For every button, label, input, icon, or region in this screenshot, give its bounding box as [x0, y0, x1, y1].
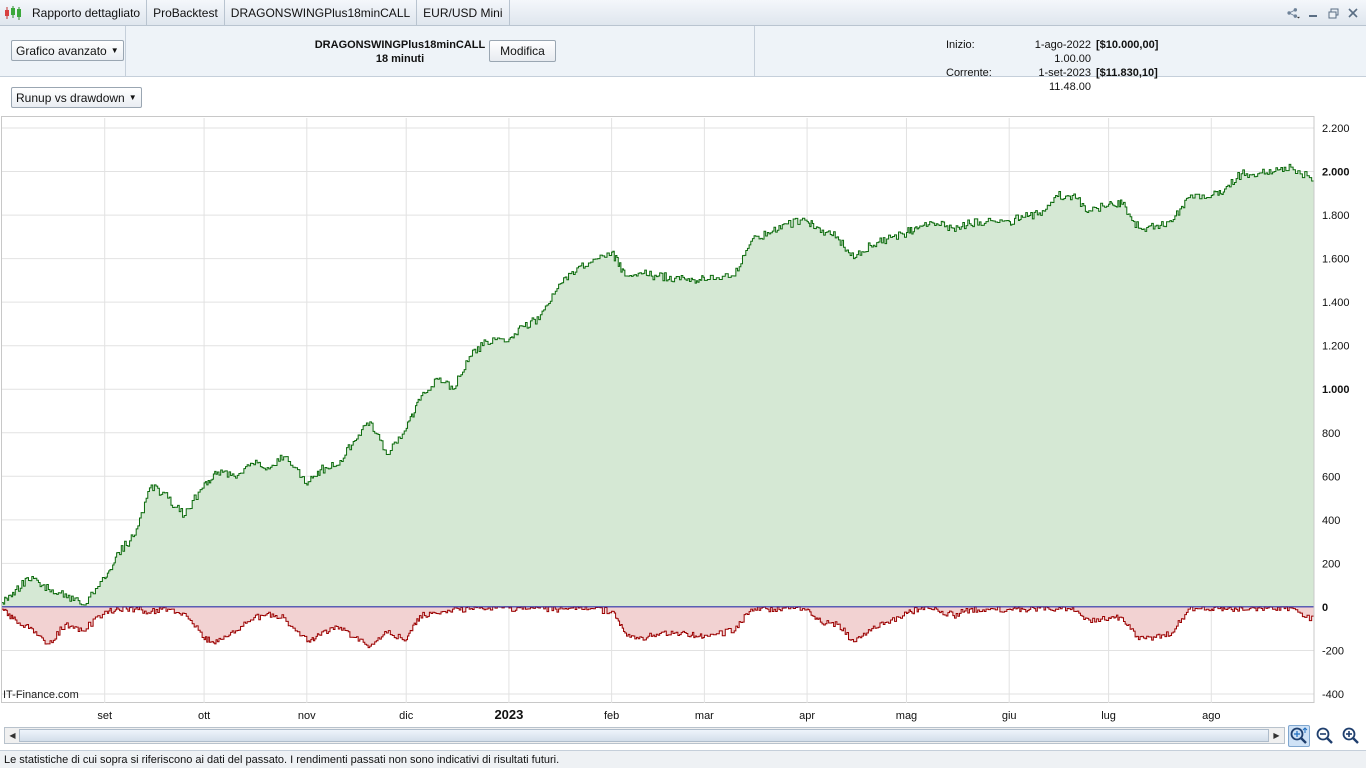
x-tick-label: ago [1202, 710, 1220, 722]
chart-mode-label: Grafico avanzato [16, 43, 107, 58]
candlestick-icon [0, 0, 26, 26]
scroll-right-icon[interactable]: ▶ [1270, 729, 1283, 742]
y-tick-label: 600 [1322, 471, 1340, 483]
y-tick-label: 2.000 [1322, 167, 1350, 179]
tab-rapporto[interactable]: Rapporto dettagliato [26, 0, 148, 26]
current-amount: [$11.830,10] [1096, 67, 1158, 79]
tab-bar: Rapporto dettagliato ProBacktest DRAGONS… [0, 0, 1366, 26]
chevron-down-icon: ▼ [128, 93, 137, 102]
runup-area [2, 164, 1314, 607]
zoom-out-icon[interactable] [1314, 725, 1336, 747]
x-tick-label: giu [1002, 710, 1017, 722]
zoom-fit-icon[interactable] [1288, 725, 1310, 747]
close-icon[interactable] [1346, 6, 1360, 20]
x-tick-label: dic [399, 710, 414, 722]
y-tick-label: 1.000 [1322, 384, 1350, 396]
runup-drawdown-chart: 2.200 2.000 1.800 1.600 1.400 1.200 1.000 800 60… [0, 116, 1366, 726]
y-tick-label: 400 [1322, 515, 1340, 527]
tab-probacktest[interactable]: ProBacktest [147, 0, 225, 26]
x-tick-label: 2023 [494, 707, 523, 722]
chart-type-dropdown[interactable]: Runup vs drawdown ▼ [11, 87, 142, 108]
x-tick-label: apr [799, 710, 815, 722]
y-tick-label: 1.400 [1322, 297, 1350, 309]
start-label: Inizio: [946, 39, 975, 51]
report-header: Grafico avanzato ▼ DRAGONSWINGPlus18minC… [0, 26, 1366, 93]
y-tick-label: 800 [1322, 428, 1340, 440]
chart-canvas: 2.200 2.000 1.800 1.600 1.400 1.200 1.000 800 60… [2, 116, 1350, 722]
x-tick-label: mag [896, 710, 917, 722]
x-tick-label: ott [198, 710, 210, 722]
y-tick-label: 2.200 [1322, 123, 1350, 135]
y-tick-label: 0 [1322, 602, 1328, 614]
x-tick-label: mar [695, 710, 714, 722]
current-date: 1-set-2023 11.48.00 [1038, 67, 1091, 93]
drawdown-area [2, 606, 1314, 648]
x-tick-label: feb [604, 710, 619, 722]
chevron-down-icon: ▼ [110, 46, 119, 55]
tab-instrument[interactable]: EUR/USD Mini [417, 0, 510, 26]
edit-button[interactable]: Modifica [489, 40, 556, 62]
current-label: Corrente: [946, 67, 992, 79]
y-tick-label: -200 [1322, 645, 1344, 657]
strategy-name: DRAGONSWINGPlus18minCALL [314, 39, 486, 51]
start-amount: [$10.000,00] [1096, 39, 1159, 51]
scroll-thumb[interactable] [19, 729, 1269, 742]
y-tick-label: -400 [1322, 689, 1344, 701]
tab-strategy[interactable]: DRAGONSWINGPlus18minCALL [225, 0, 418, 26]
y-tick-label: 1.800 [1322, 210, 1350, 222]
y-tick-label: 1.200 [1322, 341, 1350, 353]
x-tick-label: nov [298, 710, 316, 722]
x-tick-label: set [97, 710, 112, 722]
chart-mode-dropdown[interactable]: Grafico avanzato ▼ [11, 40, 124, 61]
zoom-in-icon[interactable] [1340, 725, 1362, 747]
start-date: 1-ago-2022 1.00.00 [1034, 39, 1091, 65]
y-tick-label: 200 [1322, 558, 1340, 570]
x-tick-label: lug [1101, 710, 1116, 722]
strategy-timeframe: 18 minuti [375, 53, 425, 65]
status-bar: Le statistiche di cui sopra si riferisco… [0, 750, 1366, 768]
capital-info: Inizio: 1-ago-2022 1.00.00 [$10.000,00] … [946, 38, 1158, 94]
share-icon[interactable] [1286, 6, 1300, 20]
horizontal-scrollbar[interactable]: ◀ ▶ [4, 727, 1285, 744]
chart-type-label: Runup vs drawdown [16, 90, 125, 105]
scroll-left-icon[interactable]: ◀ [6, 729, 19, 742]
minimize-icon[interactable] [1306, 6, 1320, 20]
brand-label: IT-Finance.com [3, 689, 79, 701]
strategy-info: DRAGONSWINGPlus18minCALL 18 minuti [300, 38, 500, 66]
restore-icon[interactable] [1326, 6, 1340, 20]
y-tick-label: 1.600 [1322, 254, 1350, 266]
